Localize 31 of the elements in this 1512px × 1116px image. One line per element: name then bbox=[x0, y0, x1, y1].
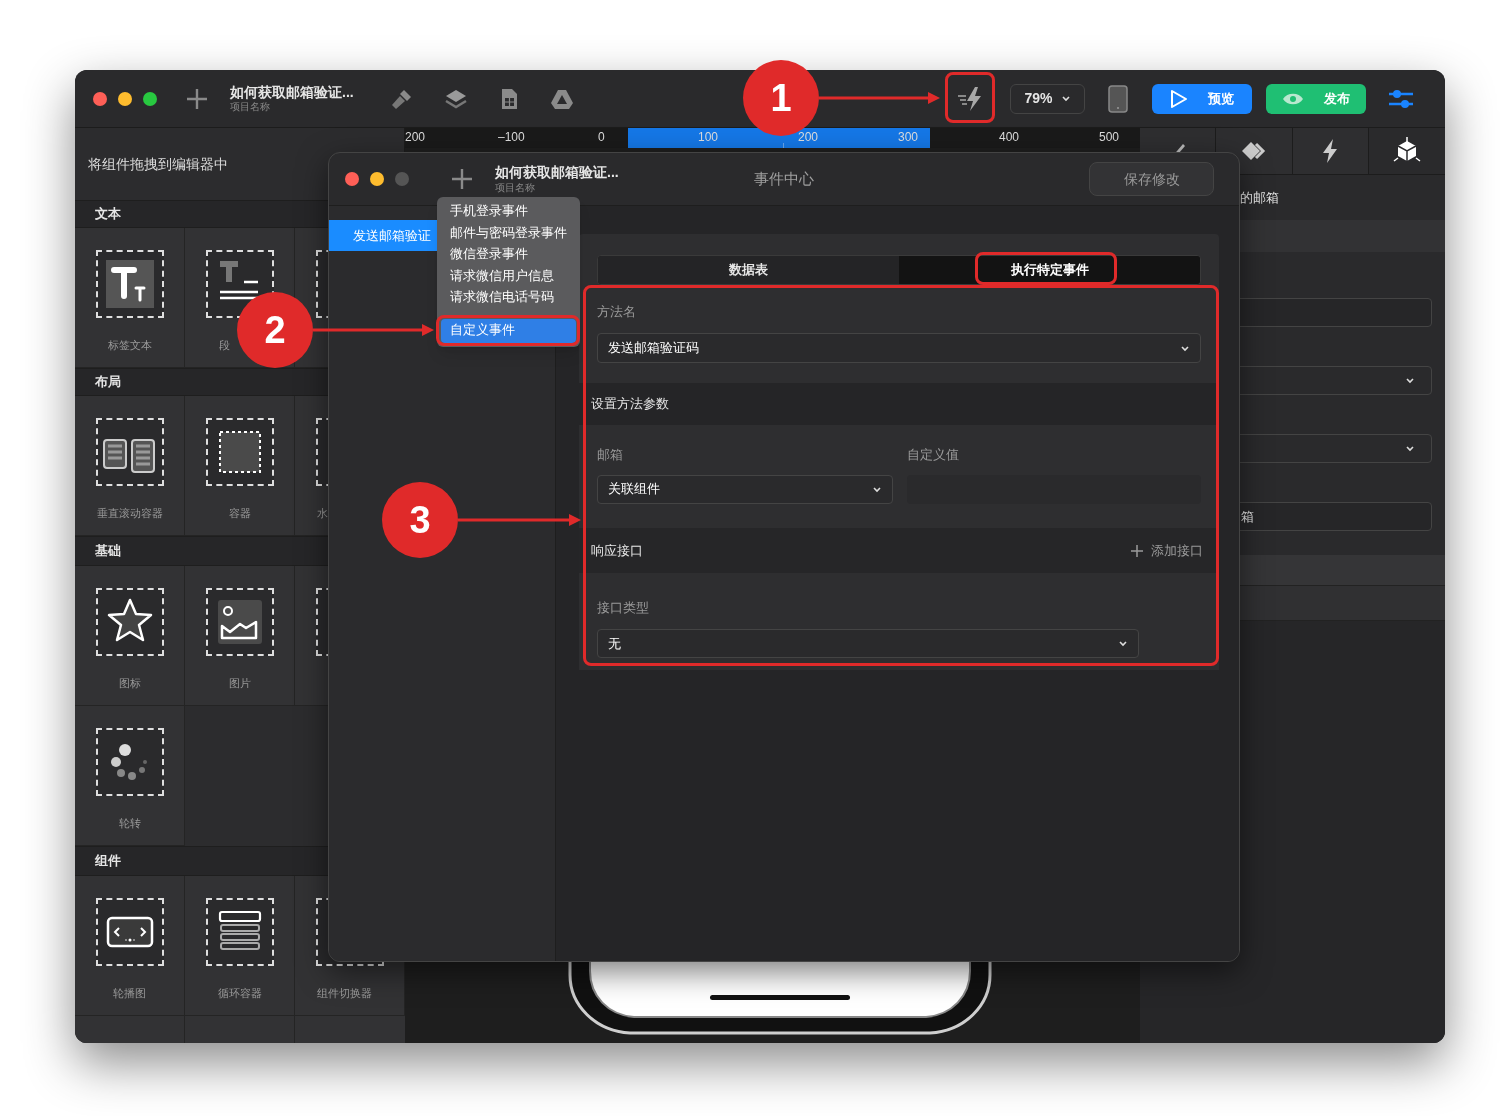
field-label: 方法名 bbox=[597, 304, 636, 319]
component-label: 垂直滚动容器 bbox=[96, 506, 163, 521]
component-label: 标签文本 bbox=[107, 338, 152, 353]
field-label: 邮箱 bbox=[597, 446, 624, 464]
window-title: 事件中心 bbox=[754, 168, 814, 189]
component-label: 组件切换器 bbox=[317, 986, 372, 1001]
component-label: 轮播图 bbox=[113, 986, 146, 1001]
ruler-label: –100 bbox=[498, 129, 525, 146]
project-title: 如何获取邮箱验证... bbox=[495, 164, 619, 182]
field-label: 的邮箱 bbox=[1240, 190, 1279, 205]
component-label: 水 bbox=[317, 506, 328, 521]
ruler-label: 300 bbox=[898, 129, 919, 146]
ruler-label: 500 bbox=[1099, 129, 1120, 146]
project-subtitle: 项目名称 bbox=[495, 181, 536, 194]
component-label: 容器 bbox=[228, 506, 251, 521]
project-title: 如何获取邮箱验证... bbox=[230, 83, 355, 101]
project-subtitle: 项目名称 bbox=[230, 101, 271, 114]
field-label: 自定义值 bbox=[907, 446, 960, 464]
ruler-label: 400 bbox=[999, 129, 1020, 146]
ruler-label: 100 bbox=[698, 129, 719, 146]
section-title: 响应接口 bbox=[591, 541, 643, 560]
component-label: 段 bbox=[219, 338, 230, 353]
panel-hint: 将组件拖拽到编辑器中 bbox=[88, 156, 228, 172]
ruler-label: 0 bbox=[598, 129, 605, 146]
component-label: 图标 bbox=[118, 676, 141, 691]
section-title: 设置方法参数 bbox=[591, 395, 669, 414]
component-label: 轮转 bbox=[118, 816, 141, 831]
field-label: 接口类型 bbox=[597, 600, 649, 615]
component-label: 循环容器 bbox=[217, 986, 262, 1001]
component-label: 图片 bbox=[228, 676, 251, 691]
ruler-label: 200 bbox=[405, 129, 426, 146]
